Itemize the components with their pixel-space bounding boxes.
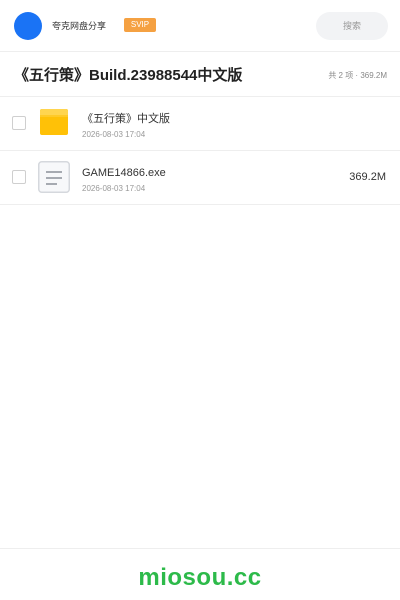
file-name[interactable]: 《五行策》中文版 [82, 112, 170, 126]
file-size: 369.2M [349, 171, 386, 183]
file-document-icon [38, 161, 70, 193]
folder-icon [40, 109, 68, 135]
share-summary: 共 2 项 · 369.2M [328, 71, 387, 80]
search-input[interactable]: 搜索 [316, 12, 388, 40]
svip-badge: SVIP [124, 18, 156, 32]
file-row-folder[interactable]: 《五行策》中文版 2026-08-03 17:04 [0, 97, 400, 151]
file-date: 2026-08-03 17:04 [82, 130, 146, 139]
file-name[interactable]: GAME14866.exe [82, 166, 166, 180]
user-name[interactable]: 夸克网盘分享 [52, 19, 106, 33]
top-header: 夸克网盘分享 SVIP 搜索 [0, 0, 400, 52]
share-title-bar: 《五行策》Build.23988544中文版 共 2 项 · 369.2M [0, 52, 400, 97]
file-row-exe[interactable]: GAME14866.exe 2026-08-03 17:04 369.2M [0, 151, 400, 205]
select-checkbox[interactable] [12, 116, 26, 130]
avatar[interactable] [14, 12, 42, 40]
select-checkbox[interactable] [12, 170, 26, 184]
brand-logo[interactable]: miosou.cc [0, 564, 400, 592]
file-date: 2026-08-03 17:04 [82, 184, 146, 193]
page-title: 《五行策》Build.23988544中文版 [14, 67, 243, 84]
footer: miosou.cc [0, 548, 400, 600]
